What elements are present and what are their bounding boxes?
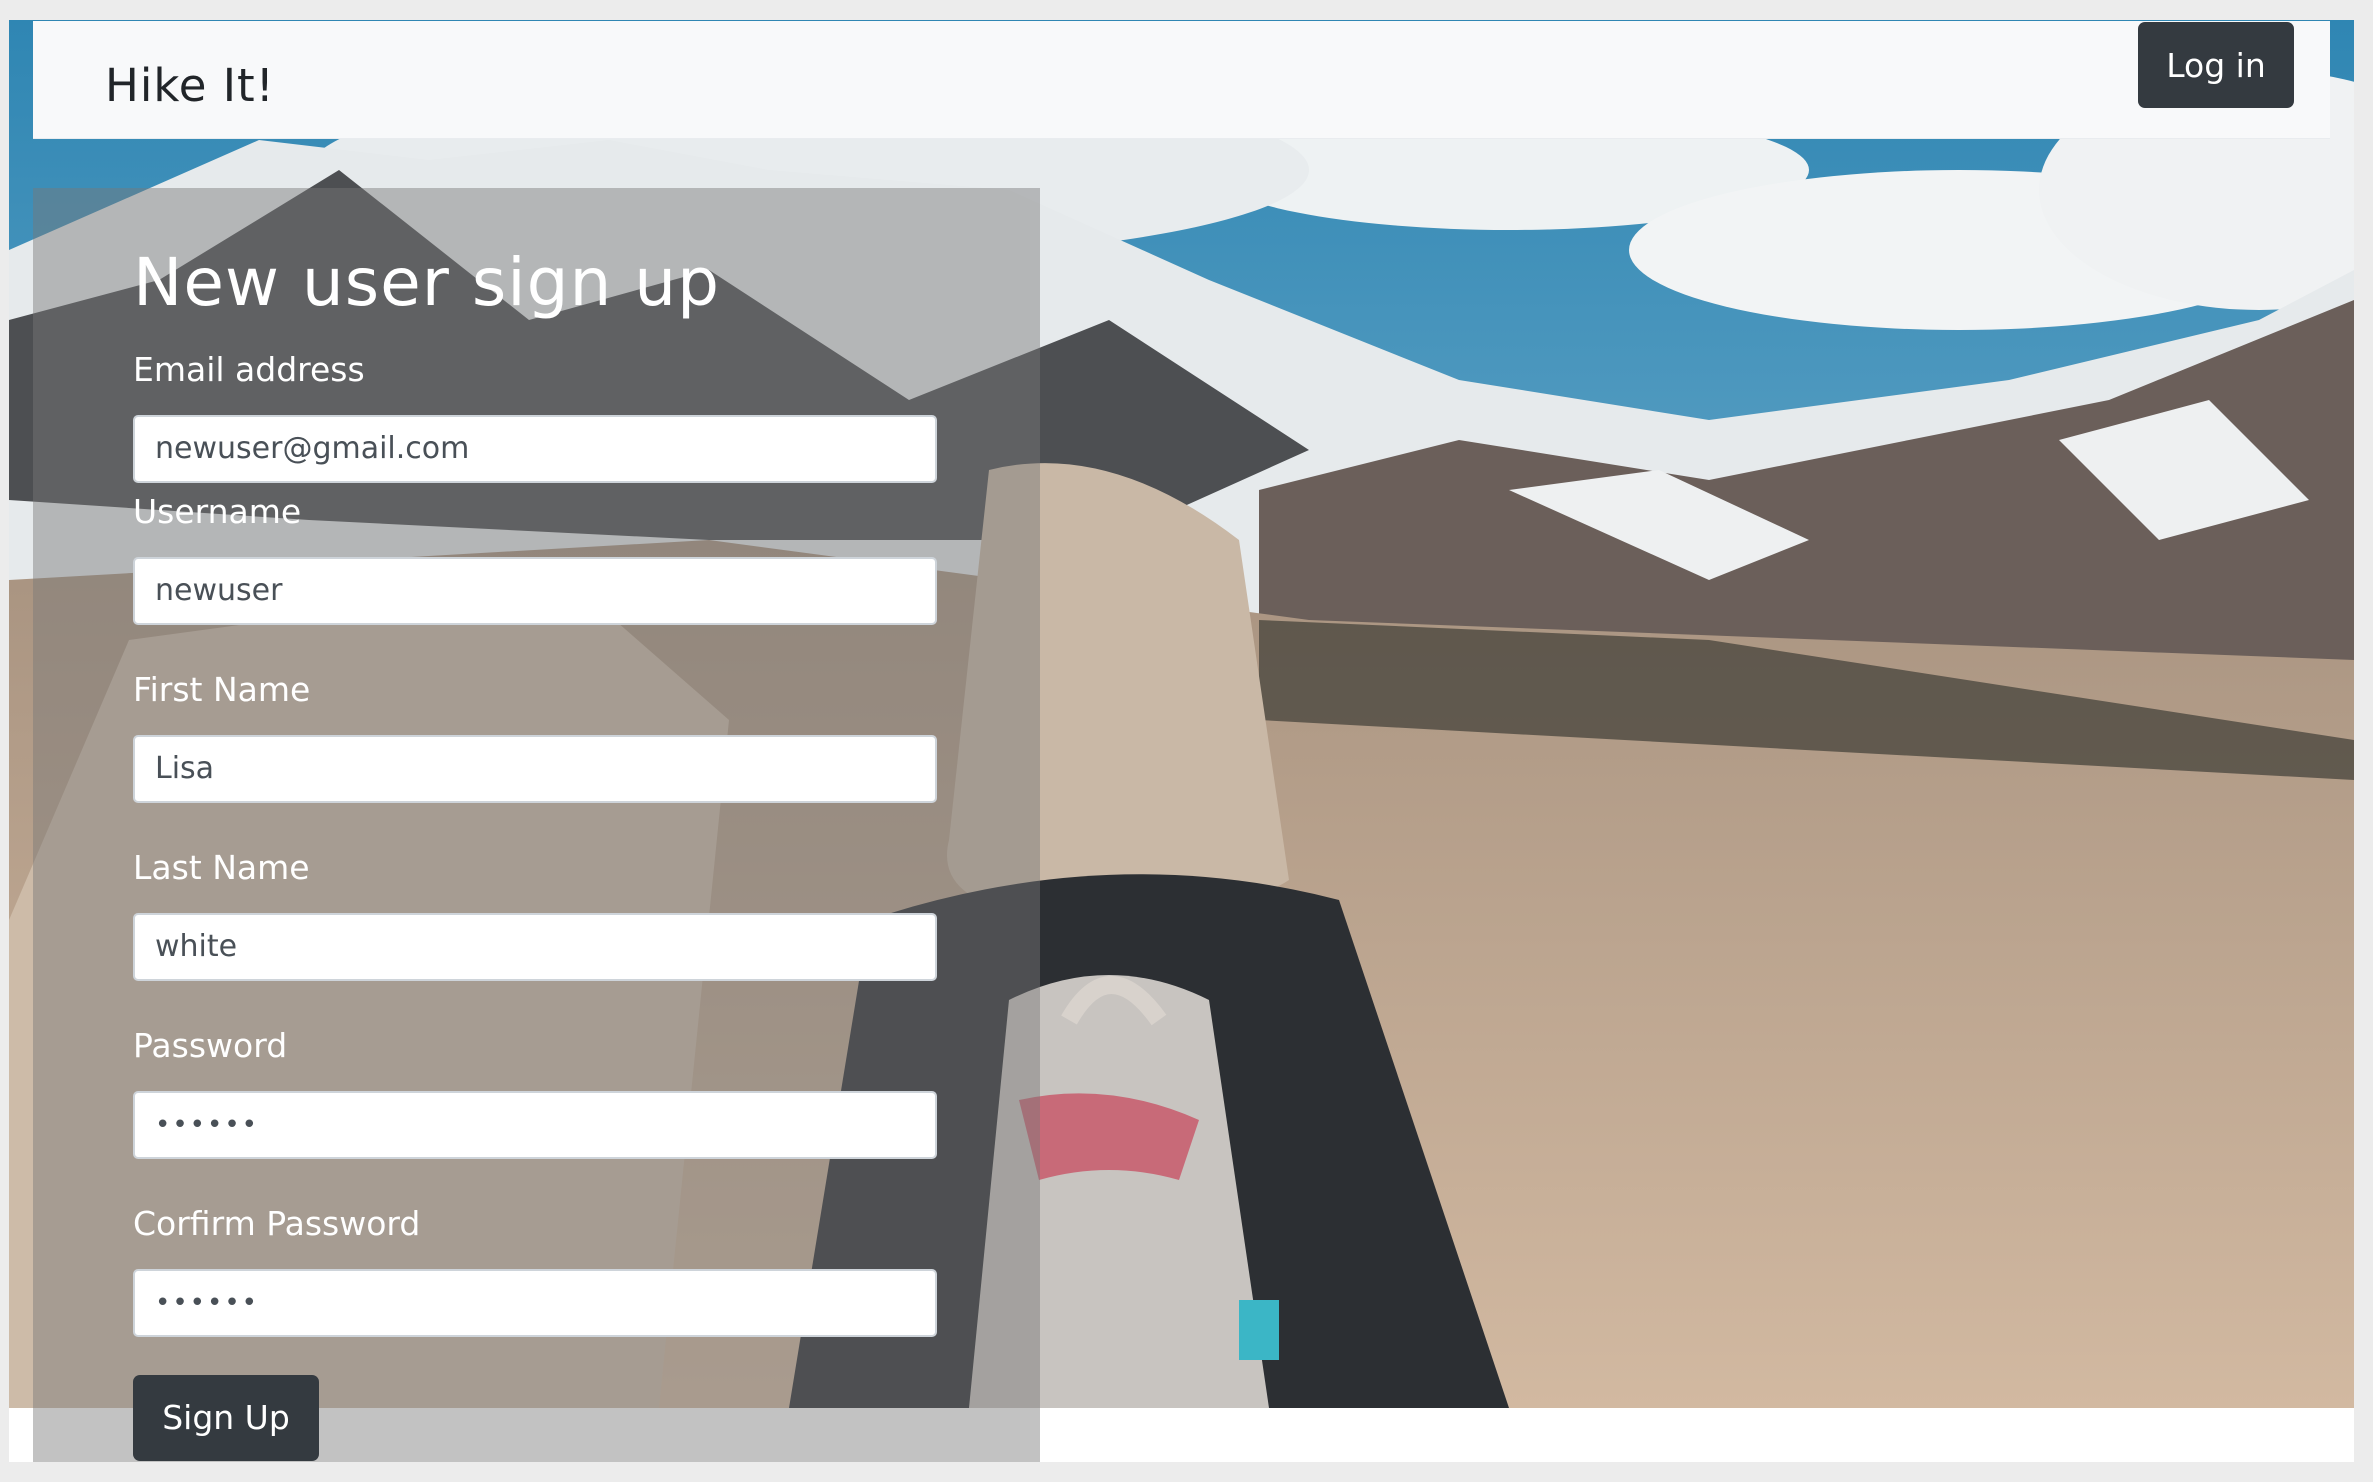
password-label: Password [133, 1026, 288, 1065]
email-input[interactable]: newuser@gmail.com [133, 415, 937, 483]
signup-form-panel: New user sign up Email address newuser@g… [33, 188, 1040, 1462]
first-name-input[interactable]: Lisa [133, 735, 937, 803]
last-name-label: Last Name [133, 848, 310, 887]
login-button[interactable]: Log in [2138, 22, 2294, 108]
top-navbar: Hike It! Log in [33, 21, 2330, 139]
first-name-label: First Name [133, 670, 311, 709]
form-title: New user sign up [133, 244, 721, 321]
confirm-password-input[interactable]: •••••• [133, 1269, 937, 1337]
signup-button[interactable]: Sign Up [133, 1375, 319, 1461]
password-input[interactable]: •••••• [133, 1091, 937, 1159]
email-label: Email address [133, 350, 365, 389]
confirm-password-label: Corfirm Password [133, 1204, 421, 1243]
username-input[interactable]: newuser [133, 557, 937, 625]
brand-logo[interactable]: Hike It! [105, 59, 275, 112]
username-label: Username [133, 492, 302, 531]
last-name-input[interactable]: white [133, 913, 937, 981]
